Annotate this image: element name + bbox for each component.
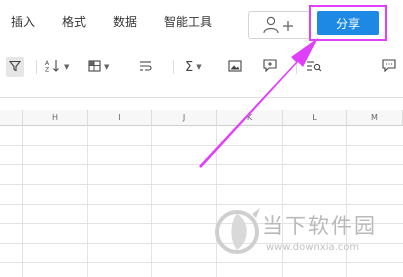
column-header-i[interactable]: I bbox=[88, 110, 152, 126]
comment-icon bbox=[263, 59, 277, 75]
toolbar-divider bbox=[173, 60, 174, 74]
sort-button[interactable]: A Z ▼ bbox=[45, 57, 69, 77]
grid-column-line bbox=[151, 126, 152, 277]
sort-icon: A Z bbox=[45, 59, 61, 75]
grid-row-line bbox=[0, 184, 403, 185]
column-header-l[interactable]: L bbox=[283, 110, 347, 126]
watermark-title: 当下软件园 bbox=[262, 214, 377, 238]
insert-image-button[interactable] bbox=[228, 57, 242, 77]
freeze-button[interactable]: ▼ bbox=[88, 57, 109, 77]
wrap-text-button[interactable] bbox=[139, 57, 152, 77]
site-watermark: 当下软件园 www.downxia.com bbox=[214, 206, 394, 268]
chevron-down-icon: ▼ bbox=[196, 63, 202, 71]
share-highlight-box: 分享 bbox=[309, 5, 387, 41]
column-header-h[interactable]: H bbox=[23, 110, 88, 126]
watermark-url: www.downxia.com bbox=[266, 242, 360, 253]
message-button[interactable] bbox=[382, 57, 396, 77]
toolbar-divider bbox=[296, 60, 297, 74]
grid-row-line bbox=[0, 145, 403, 146]
share-button[interactable]: 分享 bbox=[317, 11, 379, 35]
filter-button[interactable] bbox=[6, 57, 24, 77]
add-person-icon bbox=[262, 16, 296, 34]
formula-bar-border bbox=[0, 97, 403, 98]
column-header-partial bbox=[0, 110, 23, 126]
column-header-m[interactable]: M bbox=[347, 110, 403, 126]
menu-format[interactable]: 格式 bbox=[62, 13, 86, 30]
grid-row-line bbox=[0, 164, 403, 165]
toolbar: A Z ▼ ▼ Σ ▼ bbox=[0, 52, 403, 82]
find-icon bbox=[306, 60, 322, 75]
svg-text:Z: Z bbox=[45, 67, 49, 73]
freeze-icon bbox=[88, 59, 101, 75]
menu-data[interactable]: 数据 bbox=[113, 13, 137, 30]
grid-column-line bbox=[87, 126, 88, 277]
chevron-down-icon: ▼ bbox=[64, 63, 70, 71]
message-icon bbox=[382, 59, 396, 75]
toolbar-divider bbox=[36, 60, 37, 74]
image-icon bbox=[228, 59, 242, 75]
grid-column-line bbox=[22, 126, 23, 277]
find-button[interactable] bbox=[306, 57, 322, 77]
menu-insert[interactable]: 插入 bbox=[11, 13, 35, 30]
filter-icon bbox=[8, 60, 22, 75]
menu-bar: 插入 格式 数据 智能工具 分享 bbox=[0, 0, 403, 46]
sum-icon: Σ bbox=[185, 59, 194, 75]
wrap-text-icon bbox=[139, 60, 152, 75]
add-collaborator-button[interactable] bbox=[248, 11, 310, 39]
column-header-k[interactable]: K bbox=[217, 110, 283, 126]
sum-button[interactable]: Σ ▼ bbox=[185, 57, 202, 77]
downxia-logo-icon bbox=[215, 208, 260, 254]
grid-row-line bbox=[0, 204, 403, 205]
column-header-j[interactable]: J bbox=[152, 110, 217, 126]
chevron-down-icon: ▼ bbox=[104, 63, 110, 71]
insert-comment-button[interactable] bbox=[263, 57, 277, 77]
menu-smart-tools[interactable]: 智能工具 bbox=[164, 13, 212, 30]
